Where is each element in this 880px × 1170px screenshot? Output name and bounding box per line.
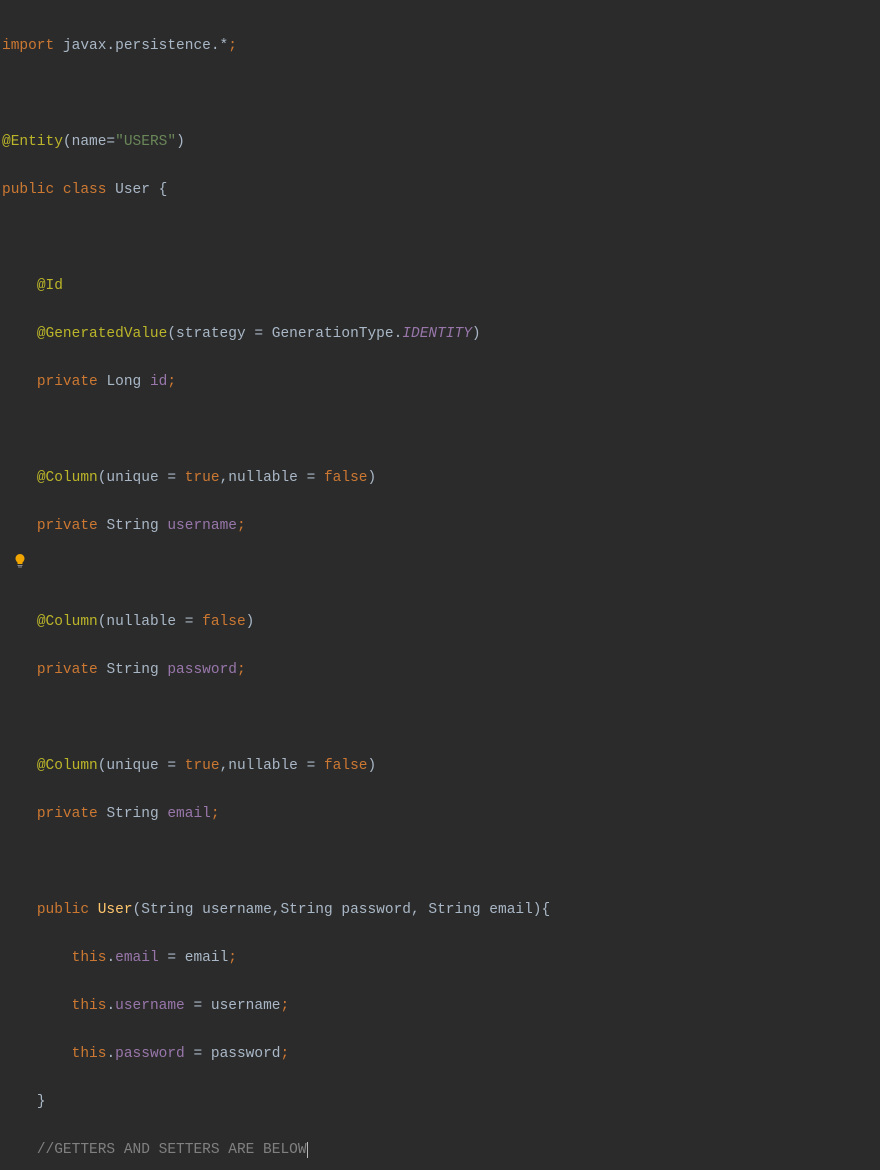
- code-line: [2, 850, 880, 874]
- code-line: public class User {: [2, 178, 880, 202]
- annotation-id: @Id: [37, 278, 63, 294]
- annotation-column: @Column: [37, 614, 98, 630]
- keyword-private: private: [37, 374, 107, 390]
- semicolon: ;: [211, 806, 220, 822]
- constructor-args: (String username,String password, String…: [133, 902, 551, 918]
- paren-close: ): [368, 470, 377, 486]
- type-name: String: [106, 806, 167, 822]
- args-text: (unique =: [98, 470, 185, 486]
- code-line: private Long id;: [2, 370, 880, 394]
- semicolon: ;: [228, 38, 237, 54]
- code-line: public User(String username,String passw…: [2, 898, 880, 922]
- keyword-true: true: [185, 758, 220, 774]
- code-line: @Entity(name="USERS"): [2, 130, 880, 154]
- semicolon: ;: [237, 662, 246, 678]
- code-line: private String password;: [2, 658, 880, 682]
- string-literal: "USERS": [115, 134, 176, 150]
- keyword-public: public: [37, 902, 98, 918]
- code-line: import javax.persistence.*;: [2, 34, 880, 58]
- field-ref: email: [115, 950, 159, 966]
- code-line: [2, 562, 880, 586]
- semicolon: ;: [228, 950, 237, 966]
- semicolon: ;: [167, 374, 176, 390]
- code-line: private String email;: [2, 802, 880, 826]
- field-ref: username: [115, 998, 185, 1014]
- code-line: [2, 418, 880, 442]
- paren-close: ): [176, 134, 185, 150]
- lightbulb-icon[interactable]: [12, 553, 28, 577]
- code-line: this.username = username;: [2, 994, 880, 1018]
- constructor-name: User: [98, 902, 133, 918]
- semicolon: ;: [280, 998, 289, 1014]
- code-line: [2, 82, 880, 106]
- assign: = email: [159, 950, 229, 966]
- class-name: User: [115, 182, 159, 198]
- field-name: username: [167, 518, 237, 534]
- paren-close: ): [472, 326, 481, 342]
- keyword-true: true: [185, 470, 220, 486]
- comment-text: //GETTERS AND SETTERS ARE BELOW: [37, 1142, 308, 1158]
- code-line: }: [2, 1090, 880, 1114]
- dot: .: [106, 998, 115, 1014]
- keyword-false: false: [324, 470, 368, 486]
- keyword-private: private: [37, 662, 107, 678]
- keyword-false: false: [324, 758, 368, 774]
- field-ref: password: [115, 1046, 185, 1062]
- keyword-private: private: [37, 518, 107, 534]
- keyword-this: this: [72, 1046, 107, 1062]
- dot: .: [106, 950, 115, 966]
- args-text: (strategy = GenerationType.: [167, 326, 402, 342]
- brace: {: [159, 182, 168, 198]
- paren-close: ): [246, 614, 255, 630]
- annotation-entity: @Entity: [2, 134, 63, 150]
- annotation-column: @Column: [37, 470, 98, 486]
- code-line: this.password = password;: [2, 1042, 880, 1066]
- type-name: Long: [106, 374, 150, 390]
- field-name: id: [150, 374, 167, 390]
- field-name: email: [167, 806, 211, 822]
- code-line: this.email = email;: [2, 946, 880, 970]
- field-name: password: [167, 662, 237, 678]
- enum-constant: IDENTITY: [402, 326, 472, 342]
- semicolon: ;: [280, 1046, 289, 1062]
- args-text: (nullable =: [98, 614, 202, 630]
- brace-close: }: [37, 1094, 46, 1110]
- paren-text: (name=: [63, 134, 115, 150]
- paren-close: ): [368, 758, 377, 774]
- keyword-import: import: [2, 38, 54, 54]
- code-line: [2, 226, 880, 250]
- code-editor[interactable]: import javax.persistence.*; @Entity(name…: [0, 0, 880, 1170]
- dot: .: [106, 1046, 115, 1062]
- args-text: ,nullable =: [220, 758, 324, 774]
- args-text: ,nullable =: [220, 470, 324, 486]
- type-name: String: [106, 662, 167, 678]
- code-line: //GETTERS AND SETTERS ARE BELOW: [2, 1138, 880, 1162]
- type-name: String: [106, 518, 167, 534]
- annotation-column: @Column: [37, 758, 98, 774]
- code-line: @Column(nullable = false): [2, 610, 880, 634]
- code-line: [2, 706, 880, 730]
- args-text: (unique =: [98, 758, 185, 774]
- keyword-class: class: [63, 182, 115, 198]
- code-line: @Column(unique = true,nullable = false): [2, 754, 880, 778]
- keyword-private: private: [37, 806, 107, 822]
- code-line: @GeneratedValue(strategy = GenerationTyp…: [2, 322, 880, 346]
- keyword-this: this: [72, 950, 107, 966]
- code-line: @Column(unique = true,nullable = false): [2, 466, 880, 490]
- code-line: @Id: [2, 274, 880, 298]
- assign: = username: [185, 998, 281, 1014]
- keyword-false: false: [202, 614, 246, 630]
- semicolon: ;: [237, 518, 246, 534]
- annotation-generated: @GeneratedValue: [37, 326, 168, 342]
- code-line: private String username;: [2, 514, 880, 538]
- assign: = password: [185, 1046, 281, 1062]
- keyword-public: public: [2, 182, 63, 198]
- package-path: javax.persistence.*: [54, 38, 228, 54]
- keyword-this: this: [72, 998, 107, 1014]
